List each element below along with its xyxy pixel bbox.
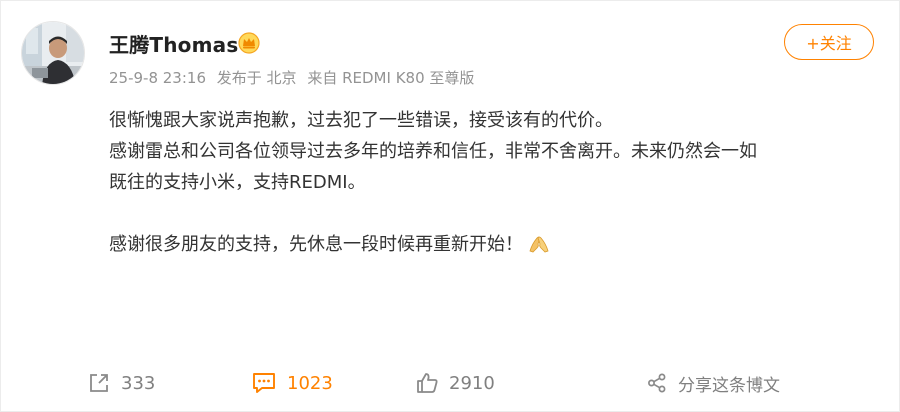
- post-date[interactable]: 25-9-8 23:16: [109, 69, 206, 87]
- post-paragraph: 感谢雷总和公司各位领导过去多年的培养和信任，非常不舍离开。未来仍然会一如: [109, 141, 757, 162]
- action-bar: 333 1023 2910 分享这条博文: [1, 365, 900, 401]
- share-icon: [648, 373, 666, 393]
- repost-count: 333: [121, 372, 156, 394]
- post-paragraph: 既往的支持小米，支持REDMI。: [109, 172, 366, 193]
- post-paragraph: 很惭愧跟大家说声抱歉，过去犯了一些错误，接受该有的代价。: [109, 110, 613, 131]
- comment-button[interactable]: 1023: [251, 365, 333, 401]
- post-paragraph-last: 感谢很多朋友的支持，先休息一段时候再重新开始！: [109, 229, 879, 260]
- comment-count: 1023: [287, 372, 333, 394]
- share-label: 分享这条博文: [678, 375, 780, 396]
- avatar-photo: [22, 22, 84, 84]
- post-location: 发布于 北京: [216, 69, 297, 87]
- post-card: 王腾Thomas 25-9-8 23:16 发布于 北京 来自 REDMI K8…: [0, 0, 900, 412]
- like-button[interactable]: 2910: [415, 365, 495, 401]
- praying-hands-emoji: [529, 236, 549, 253]
- crown-badge-icon: [238, 32, 260, 54]
- follow-button[interactable]: +关注: [784, 24, 874, 60]
- avatar[interactable]: [21, 21, 85, 85]
- post-paragraph-text: 感谢很多朋友的支持，先休息一段时候再重新开始！: [109, 234, 523, 255]
- comment-icon: [253, 373, 275, 393]
- like-count: 2910: [449, 372, 495, 394]
- repost-icon: [90, 374, 108, 392]
- thumbs-up-icon: [417, 373, 438, 393]
- post-meta: 25-9-8 23:16 发布于 北京 来自 REDMI K80 至尊版: [109, 67, 480, 88]
- repost-button[interactable]: 333: [87, 365, 155, 401]
- post-source: 来自 REDMI K80 至尊版: [307, 69, 475, 87]
- share-button[interactable]: 分享这条博文: [646, 365, 780, 401]
- author-name[interactable]: 王腾Thomas: [109, 29, 238, 58]
- post-content: 很惭愧跟大家说声抱歉，过去犯了一些错误，接受该有的代价。 感谢雷总和公司各位领导…: [109, 105, 879, 260]
